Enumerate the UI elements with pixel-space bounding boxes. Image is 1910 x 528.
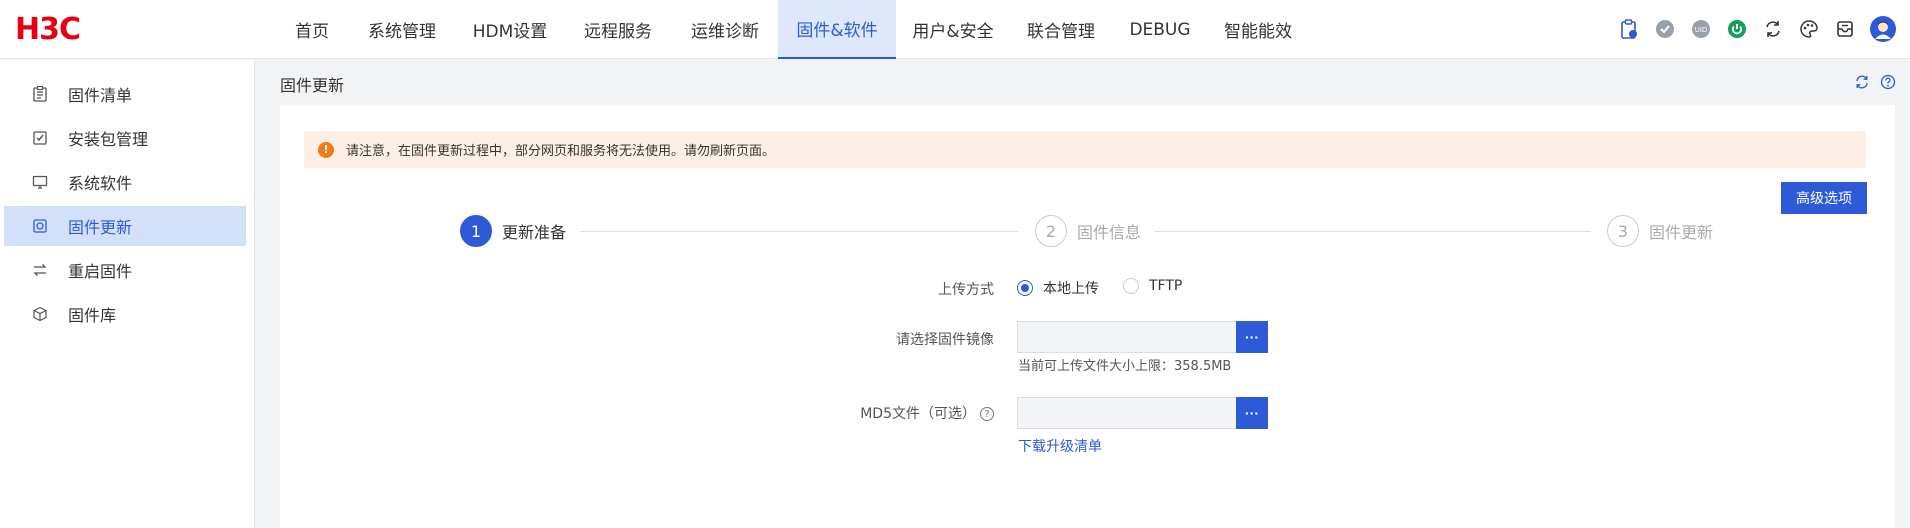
mailbox-icon[interactable] bbox=[1834, 18, 1856, 40]
nav-hdm-settings[interactable]: HDM设置 bbox=[456, 0, 564, 59]
step-number: 2 bbox=[1035, 215, 1067, 247]
page-title: 固件更新 bbox=[280, 76, 345, 95]
package-icon bbox=[32, 130, 48, 146]
nav-smart-energy[interactable]: 智能能效 bbox=[1208, 0, 1308, 59]
page-header-icons bbox=[1854, 74, 1896, 94]
update-stepper: 1 更新准备 2 固件信息 3 固件更新 bbox=[460, 215, 1715, 249]
nav-remote-service[interactable]: 远程服务 bbox=[564, 0, 672, 59]
radio-local-upload[interactable]: 本地上传 bbox=[1017, 278, 1099, 298]
upload-size-hint: 当前可上传文件大小上限：358.5MB bbox=[1018, 359, 1232, 374]
md5-file-label: MD5文件（可选）? bbox=[840, 403, 994, 423]
notice-text: 请注意，在固件更新过程中，部分网页和服务将无法使用。请勿刷新页面。 bbox=[346, 144, 776, 159]
top-bar: H3C 首页 系统管理 HDM设置 远程服务 运维诊断 固件&软件 用户&安全 … bbox=[0, 0, 1910, 59]
nav-home[interactable]: 首页 bbox=[276, 0, 348, 59]
uid-icon[interactable]: UID bbox=[1690, 18, 1712, 40]
radio-label: TFTP bbox=[1149, 278, 1183, 294]
md5-file-browse-button[interactable]: ··· bbox=[1236, 397, 1268, 429]
firmware-update-panel: ! 请注意，在固件更新过程中，部分网页和服务将无法使用。请勿刷新页面。 高级选项… bbox=[280, 105, 1895, 528]
sidebar-item-system-software[interactable]: 系统软件 bbox=[4, 162, 246, 202]
help-icon[interactable] bbox=[1880, 74, 1896, 94]
step-label: 固件信息 bbox=[1077, 223, 1142, 242]
uid-icon-text: UID bbox=[1695, 26, 1708, 34]
download-upgrade-list-link[interactable]: 下载升级清单 bbox=[1018, 436, 1102, 456]
sidebar-item-label: 重启固件 bbox=[68, 262, 133, 281]
sidebar-item-firmware-library[interactable]: 固件库 bbox=[4, 294, 246, 334]
sidebar-item-label: 固件更新 bbox=[68, 218, 133, 237]
radio-dot bbox=[1017, 280, 1033, 296]
sidebar-item-label: 系统软件 bbox=[68, 174, 133, 193]
step-connector bbox=[1155, 231, 1591, 232]
sidebar-item-firmware-list[interactable]: 固件清单 bbox=[4, 74, 246, 114]
sidebar-item-firmware-update[interactable]: 固件更新 bbox=[4, 206, 246, 246]
sidebar-item-label: 固件清单 bbox=[68, 86, 133, 105]
cube-icon bbox=[32, 306, 48, 322]
warning-icon: ! bbox=[318, 141, 334, 158]
step-label: 更新准备 bbox=[502, 223, 567, 242]
nav-user-security[interactable]: 用户&安全 bbox=[896, 0, 1010, 59]
monitor-icon bbox=[32, 174, 48, 190]
top-icon-bar: UID bbox=[1618, 14, 1896, 44]
power-icon[interactable] bbox=[1726, 18, 1748, 40]
nav-firmware-software[interactable]: 固件&软件 bbox=[778, 0, 896, 59]
upload-method-label: 上传方式 bbox=[938, 282, 994, 298]
md5-file-label-text: MD5文件（可选） bbox=[860, 406, 976, 422]
radio-dot bbox=[1123, 278, 1139, 294]
sidebar: 固件清单 安装包管理 系统软件 固件更新 重启固件 固件库 bbox=[0, 60, 255, 528]
advanced-options-button[interactable]: 高级选项 bbox=[1781, 182, 1867, 214]
user-avatar-icon[interactable] bbox=[1870, 16, 1896, 42]
radio-tftp[interactable]: TFTP bbox=[1123, 278, 1182, 294]
nav-system-management[interactable]: 系统管理 bbox=[348, 0, 456, 59]
sidebar-item-package-management[interactable]: 安装包管理 bbox=[4, 118, 246, 158]
step-label: 固件更新 bbox=[1649, 223, 1714, 242]
nav-debug[interactable]: DEBUG bbox=[1112, 0, 1208, 59]
shield-icon[interactable] bbox=[1654, 18, 1676, 40]
firmware-icon bbox=[32, 218, 48, 234]
firmware-image-browse-button[interactable]: ··· bbox=[1236, 321, 1268, 353]
h3c-logo[interactable]: H3C bbox=[15, 12, 81, 47]
list-icon bbox=[32, 86, 48, 102]
main-nav: 首页 系统管理 HDM设置 远程服务 运维诊断 固件&软件 用户&安全 联合管理… bbox=[276, 0, 1308, 59]
step-2: 2 固件信息 bbox=[1035, 215, 1141, 247]
question-icon[interactable]: ? bbox=[980, 407, 994, 421]
palette-icon[interactable] bbox=[1798, 18, 1820, 40]
firmware-image-label: 请选择固件镜像 bbox=[896, 332, 994, 348]
step-connector bbox=[580, 231, 1018, 232]
clipboard-icon[interactable] bbox=[1618, 18, 1640, 40]
sidebar-item-label: 安装包管理 bbox=[68, 130, 149, 149]
firmware-image-input[interactable] bbox=[1017, 321, 1237, 353]
md5-file-input[interactable] bbox=[1017, 397, 1237, 429]
sidebar-item-label: 固件库 bbox=[68, 306, 117, 325]
step-3: 3 固件更新 bbox=[1607, 215, 1713, 247]
nav-maintenance[interactable]: 运维诊断 bbox=[672, 0, 778, 59]
step-1: 1 更新准备 bbox=[460, 215, 566, 247]
step-number: 1 bbox=[460, 215, 492, 247]
refresh-arrows-icon[interactable] bbox=[1762, 18, 1784, 40]
nav-joint-management[interactable]: 联合管理 bbox=[1010, 0, 1112, 59]
restart-icon bbox=[32, 262, 48, 278]
sidebar-item-restart-firmware[interactable]: 重启固件 bbox=[4, 250, 246, 290]
step-number: 3 bbox=[1607, 215, 1639, 247]
refresh-icon[interactable] bbox=[1854, 74, 1870, 94]
radio-label: 本地上传 bbox=[1043, 281, 1099, 297]
warning-notice: ! 请注意，在固件更新过程中，部分网页和服务将无法使用。请勿刷新页面。 bbox=[304, 131, 1866, 168]
